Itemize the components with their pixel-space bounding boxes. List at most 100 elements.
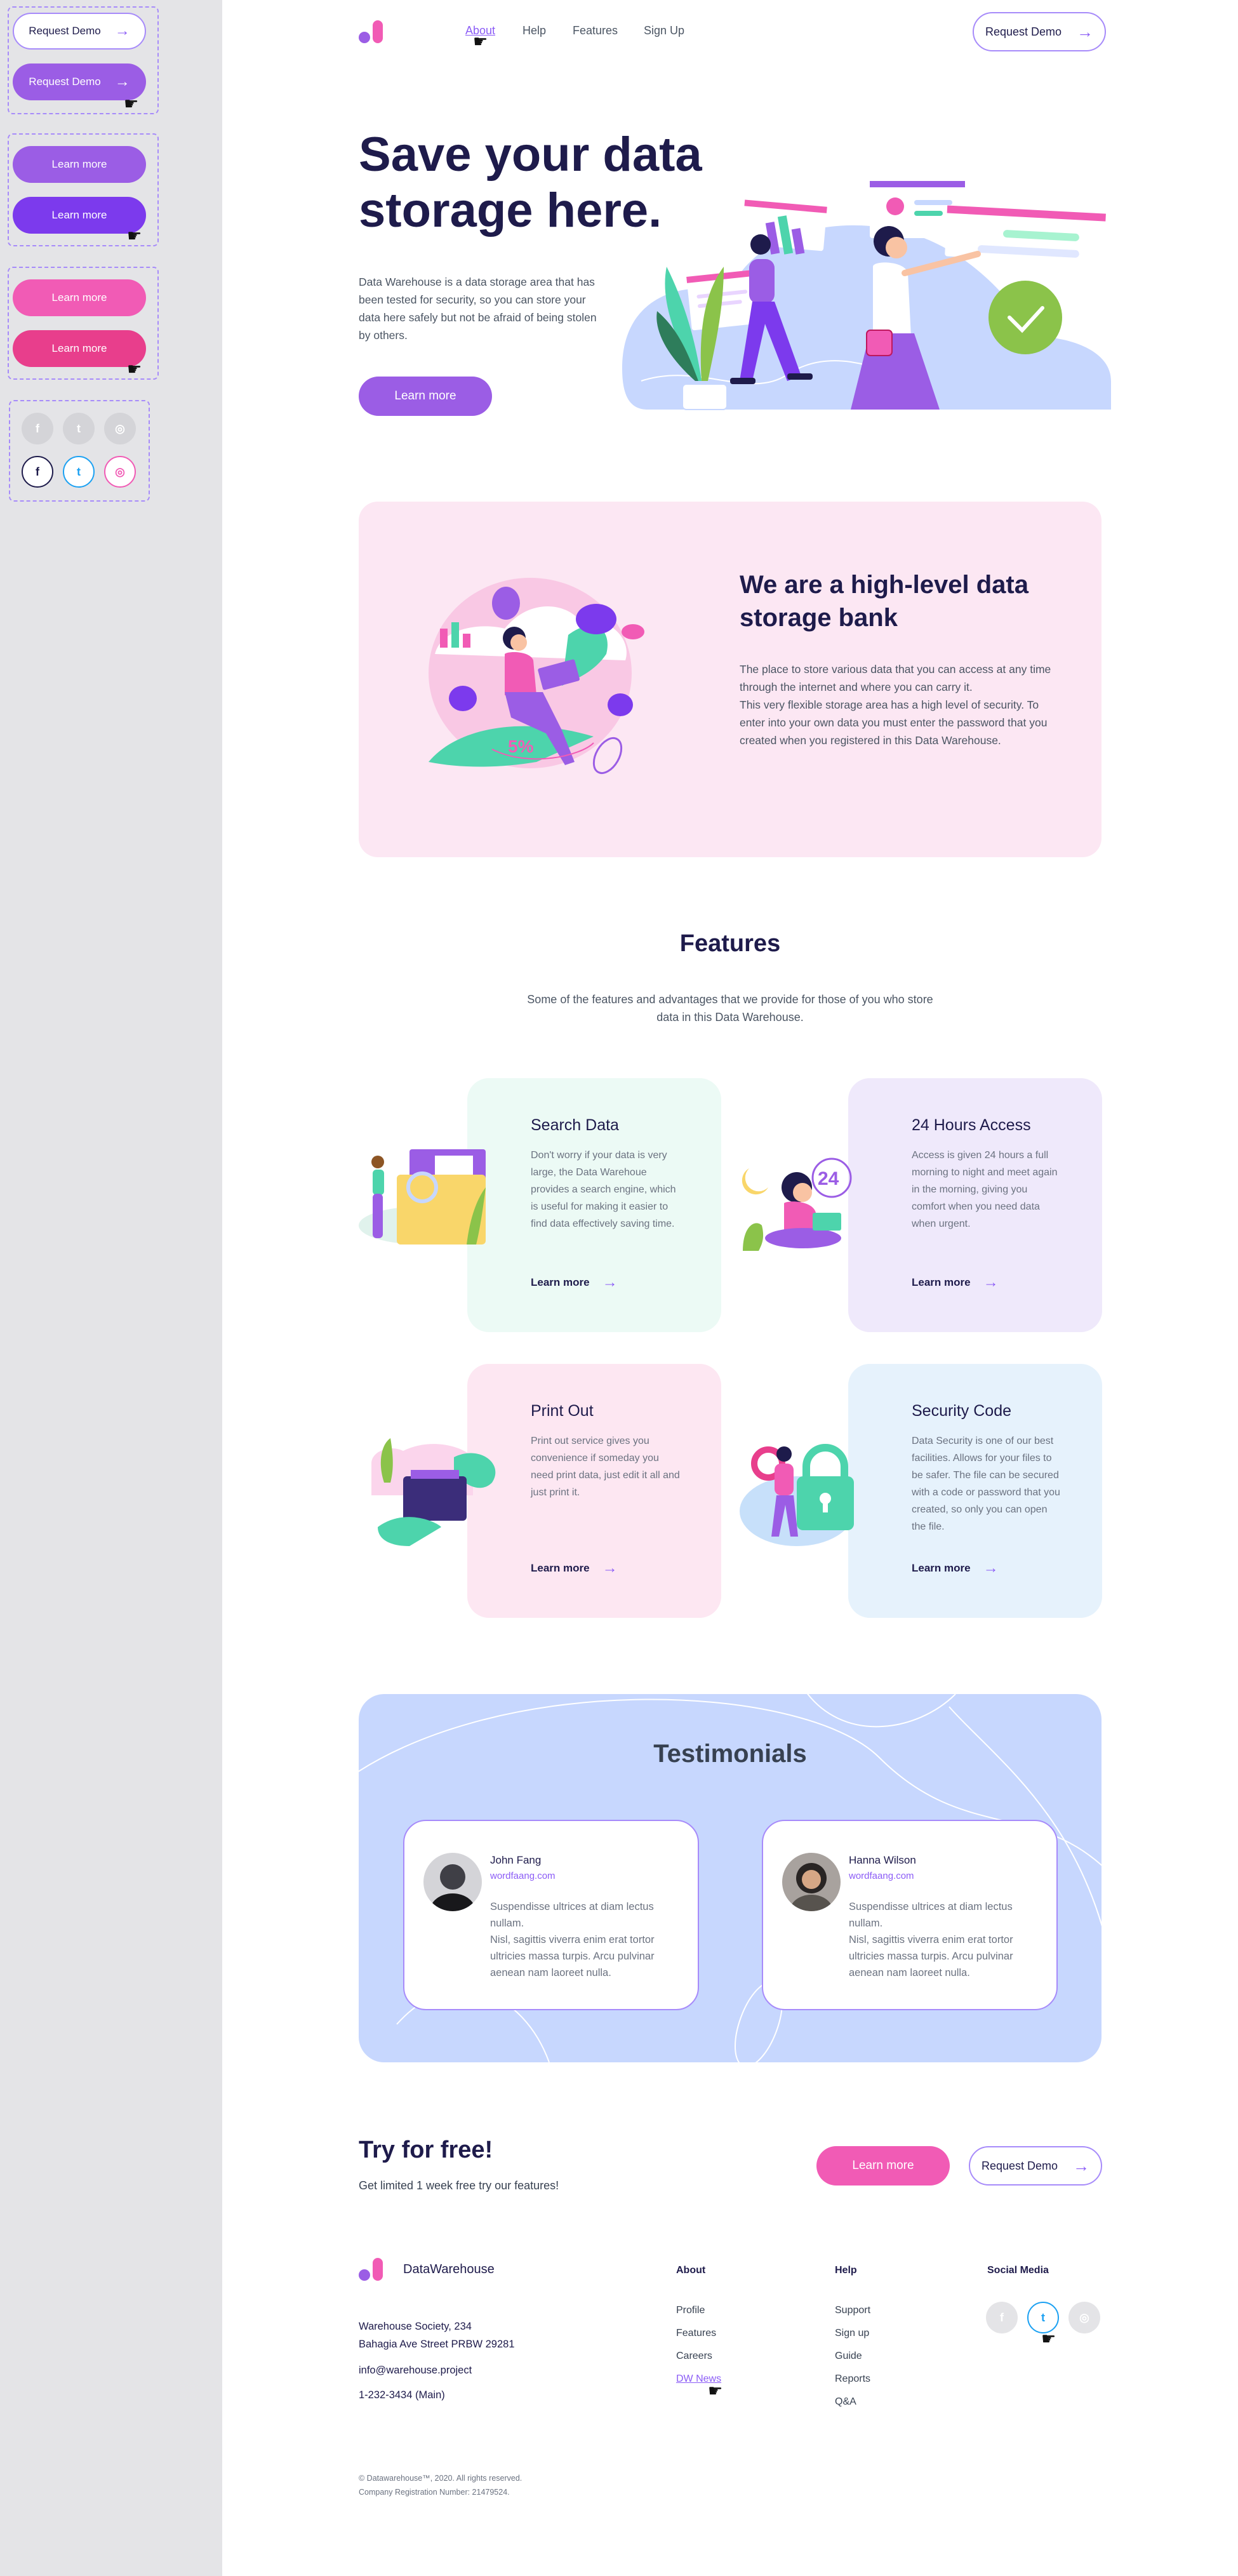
cursor-hand-icon: ☛ [127,226,142,245]
sg-request-demo-label: Request Demo [29,25,101,37]
twitter-icon[interactable]: t [63,456,95,488]
sg-learn-more-purple-button[interactable]: Learn more [13,146,146,183]
feature-card-search-data: Search Data Don't worry if your data is … [467,1078,721,1332]
feature-description: Don't worry if your data is very large, … [531,1150,676,1229]
facebook-icon[interactable]: f [22,413,53,444]
feature-card-security-code: Security Code Data Security is one of ou… [848,1364,1102,1618]
nav-help[interactable]: Help [522,24,546,37]
24-hours-illustration: 24 [742,1158,852,1251]
feature-description: Print out service gives you convenience … [531,1436,680,1498]
footer-link-sign-up[interactable]: Sign up [835,2328,869,2339]
footer-link-qa[interactable]: Q&A [835,2396,856,2408]
feature-title: Security Code [912,1402,1012,1420]
arrow-right-icon: → [983,1559,999,1577]
footer-link-reports[interactable]: Reports [835,2373,870,2385]
footer-link-support[interactable]: Support [835,2305,870,2316]
hero-illustration [622,181,1111,410]
testimonials-title: Testimonials [653,1740,807,1768]
feature-title: Print Out [531,1402,594,1420]
footer-link-guide[interactable]: Guide [835,2351,862,2362]
cursor-hand-icon: ☛ [127,359,142,378]
avatar [423,1853,482,1911]
cursor-hand-icon: ☛ [124,94,139,113]
sg-request-demo-hover-label: Request Demo [29,76,101,88]
feature-description: Access is given 24 hours a full morning … [912,1150,1058,1229]
footer-logo[interactable] [359,2258,383,2281]
header-request-demo-button[interactable]: Request Demo → [973,12,1106,51]
testimonial-name: Hanna Wilson [849,1854,916,1866]
logo-dot [359,32,370,43]
testimonial-card: John Fang wordfaang.com Suspendisse ultr… [403,1820,699,2010]
sg-learn-more-pink-hover-button[interactable]: Learn more [13,330,146,367]
footer-link-profile[interactable]: Profile [676,2305,705,2316]
hero-learn-more-button[interactable]: Learn more [359,377,492,416]
arrow-right-icon: → [1073,2156,1090,2175]
cursor-hand-icon: ☛ [473,32,488,51]
instagram-icon[interactable]: ◎ [104,413,136,444]
print-out-illustration [371,1438,496,1546]
arrow-right-icon: → [1077,22,1094,41]
footer-copyright: © Datawarehouse™, 2020. All rights reser… [359,2474,522,2483]
footer-phone: 1-232-3434 (Main) [359,2389,445,2401]
cta-learn-more-label: Learn more [852,2159,914,2172]
search-data-illustration [359,1149,486,1245]
styleguide-panel: Request Demo → Request Demo → ☛ Learn more… [0,0,222,2576]
feature-learn-more-link[interactable]: Learn more → [531,1275,618,1290]
landing-page: About Help Features Sign Up ☛ Request De… [222,0,1238,2576]
sg-learn-more-label: Learn more [51,342,107,354]
arrow-right-icon: → [602,1559,618,1577]
footer-address-line1: Warehouse Society, 234 [359,2321,472,2332]
cursor-hand-icon: ☛ [708,2381,723,2400]
cta-request-demo-label: Request Demo [981,2159,1058,2172]
facebook-icon[interactable]: f [986,2302,1018,2333]
arrow-right-icon: → [983,1274,999,1291]
footer-brand-name: DataWarehouse [403,2262,495,2276]
feature-title: Search Data [531,1116,619,1134]
logo-bar [373,20,383,43]
sg-learn-more-pink-button[interactable]: Learn more [13,279,146,316]
testimonials-section: Testimonials John Fang wordfaang.com Sus… [359,1694,1102,2062]
testimonial-handle[interactable]: wordfaang.com [490,1871,556,1881]
feature-learn-more-link[interactable]: Learn more → [912,1275,999,1290]
footer-link-careers[interactable]: Careers [676,2351,712,2362]
sg-learn-more-purple-hover-button[interactable]: Learn more [13,197,146,234]
feature-learn-more-label: Learn more [912,1562,971,1574]
cta-learn-more-button[interactable]: Learn more [816,2146,950,2186]
testimonial-name: John Fang [490,1854,542,1866]
instagram-icon[interactable]: ◎ [1068,2302,1100,2333]
about-title: We are a high-level data storage bank [740,571,1028,632]
features-subtitle: Some of the features and advantages that… [527,993,933,1024]
testimonial-handle[interactable]: wordfaang.com [849,1871,914,1881]
footer-link-features[interactable]: Features [676,2328,716,2339]
svg-text:5%: 5% [508,737,534,756]
testimonial-text: Suspendisse ultrices at diam lectus null… [849,1901,1013,1979]
testimonial-text: Suspendisse ultrices at diam lectus null… [490,1901,655,1979]
footer-company-registration: Company Registration Number: 21479524. [359,2488,510,2497]
about-description: The place to store various data that you… [740,663,1051,747]
logo-bar [373,2258,383,2281]
feature-learn-more-link[interactable]: Learn more → [531,1561,618,1576]
nav-sign-up[interactable]: Sign Up [644,24,684,37]
sg-request-demo-button[interactable]: Request Demo → [13,13,146,50]
feature-learn-more-label: Learn more [531,1276,590,1288]
logo-dot [359,2269,370,2281]
feature-learn-more-link[interactable]: Learn more → [912,1561,999,1576]
feature-title: 24 Hours Access [912,1116,1031,1134]
feature-card-24-hours-access: 24 Hours Access Access is given 24 hours… [848,1078,1102,1332]
footer-email[interactable]: info@warehouse.project [359,2365,472,2377]
nav-features[interactable]: Features [573,24,618,37]
hero-description: Data Warehouse is a data storage area th… [359,276,597,342]
instagram-icon[interactable]: ◎ [104,456,136,488]
feature-description: Data Security is one of our best facilit… [912,1436,1060,1532]
logo[interactable] [359,20,383,43]
footer-about-heading: About [676,2265,706,2276]
cta-subtitle: Get limited 1 week free try our features… [359,2179,559,2192]
facebook-icon[interactable]: f [22,456,53,488]
arrow-right-icon: → [602,1274,618,1291]
cta-request-demo-button[interactable]: Request Demo → [969,2146,1102,2186]
features-title: Features [679,930,781,957]
testimonial-card: Hanna Wilson wordfaang.com Suspendisse u… [762,1820,1058,2010]
sg-learn-more-label: Learn more [51,291,107,304]
twitter-icon[interactable]: t [63,413,95,444]
sg-learn-more-label: Learn more [51,158,107,170]
